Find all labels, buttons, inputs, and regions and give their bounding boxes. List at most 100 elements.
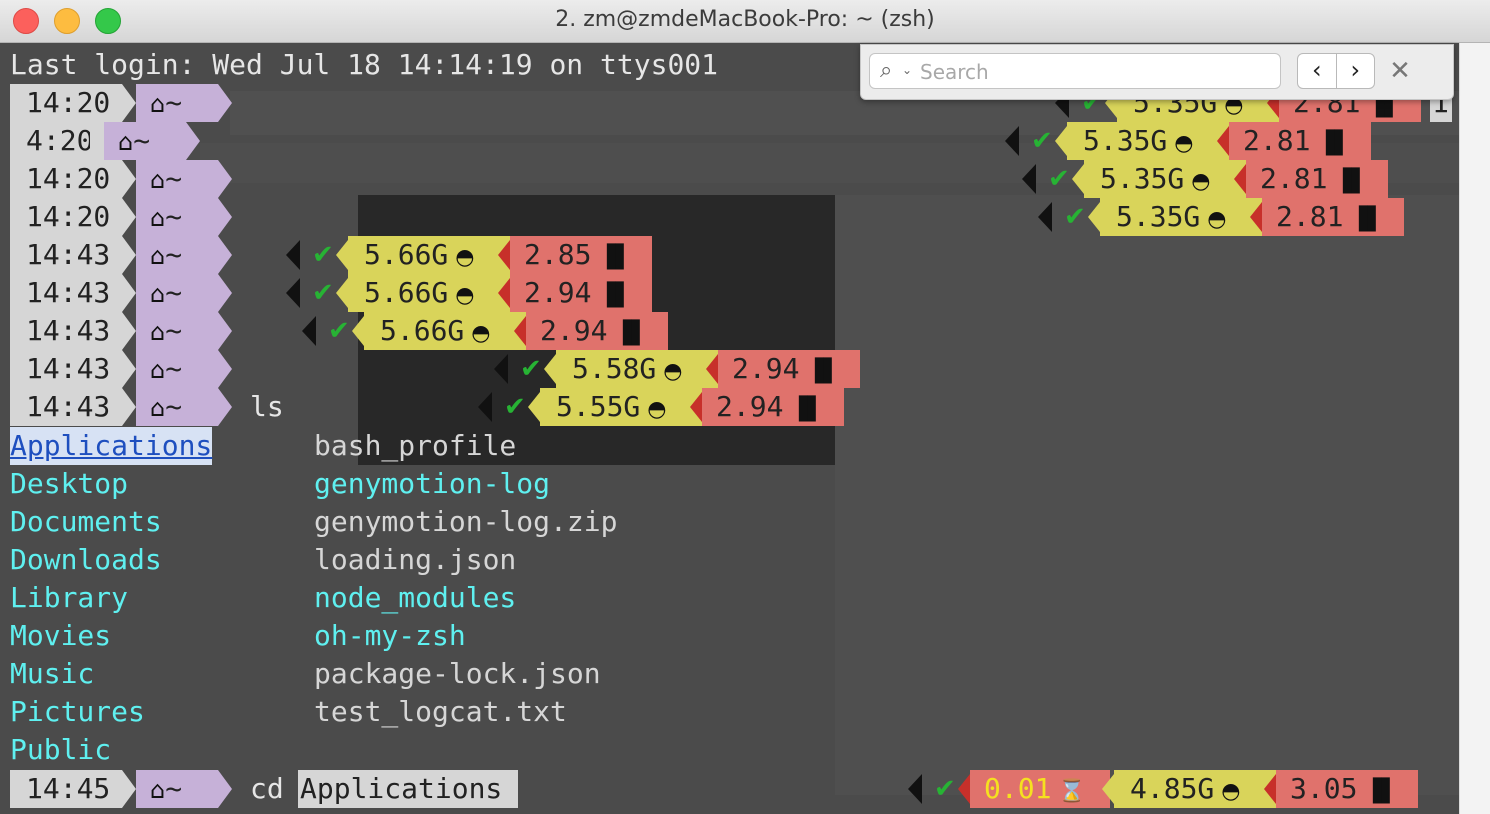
right-prompt: ✔ 5.35G ◓ 2.81 ▐▌: [1038, 198, 1490, 236]
ls-entry[interactable]: oh-my-zsh: [314, 617, 466, 655]
load-segment: 2.81 ▐▌: [1246, 160, 1388, 198]
directory-separator: [218, 312, 232, 350]
close-find-button[interactable]: ✕: [1385, 55, 1415, 87]
memory-segment: 5.66G ◓: [348, 274, 510, 312]
home-icon: ⌂: [118, 128, 134, 156]
home-icon: ⌂: [150, 242, 166, 270]
ls-entry[interactable]: bash_profile: [314, 427, 516, 465]
ls-entry[interactable]: Public: [10, 731, 111, 769]
ls-entry[interactable]: package-lock.json: [314, 655, 601, 693]
bar-chart-icon: ▐▌: [607, 321, 649, 346]
chevron-down-icon[interactable]: ⌄: [902, 63, 912, 77]
memory-value: 5.58G: [572, 352, 657, 385]
memory-segment: 5.58G ◓: [556, 350, 718, 388]
memory-separator: [1072, 164, 1084, 194]
right-prompt: ✔ 5.66G ◓ 2.85 ▐▌: [286, 236, 746, 274]
gauge-icon: ◓: [656, 359, 683, 384]
ls-entry[interactable]: node_modules: [314, 579, 516, 617]
ls-entry[interactable]: Movies: [10, 617, 111, 655]
gauge-icon: ◓: [1184, 169, 1211, 194]
load-segment: 2.94 ▐▌: [526, 312, 668, 350]
bar-chart-icon: ▐▌: [1310, 131, 1352, 156]
prompt-directory: ⌂~: [136, 350, 218, 388]
directory-tilde: ~: [165, 772, 183, 805]
prompt-line: 14:43 ⌂~ ✔ 5.66G ◓ 2.85 ▐▌: [0, 236, 1460, 274]
command-text[interactable]: ls: [250, 388, 284, 426]
status-separator: [1022, 164, 1036, 194]
memory-segment: 5.55G ◓: [540, 388, 702, 426]
command-argument[interactable]: Applications: [298, 770, 519, 808]
ls-entry[interactable]: Documents: [10, 503, 162, 541]
directory-tilde: ~: [133, 124, 151, 157]
find-next-button[interactable]: ›: [1337, 54, 1375, 88]
search-input[interactable]: [918, 57, 1272, 87]
memory-value: 5.35G: [1100, 162, 1185, 195]
ls-entry[interactable]: Desktop: [10, 465, 128, 503]
bar-chart-icon: ▐▌: [783, 397, 825, 422]
load-value: 2.85: [524, 238, 592, 271]
load-segment: 2.81 ▐▌: [1262, 198, 1404, 236]
ls-entry[interactable]: Applications: [10, 427, 213, 465]
ls-entry[interactable]: loading.json: [314, 541, 516, 579]
gauge-icon: ◓: [1200, 207, 1227, 232]
memory-segment: 5.35G ◓: [1084, 160, 1246, 198]
ls-entry[interactable]: Library: [10, 579, 128, 617]
exec-time-value: 0.01: [984, 772, 1052, 805]
directory-tilde: ~: [165, 314, 183, 347]
title-bar: 2. zm@zmdeMacBook-Pro: ~ (zsh): [0, 0, 1490, 43]
find-navigation: ‹ ›: [1297, 53, 1375, 89]
scrollbar[interactable]: [1459, 43, 1490, 814]
bar-chart-icon: ▐▌: [591, 283, 633, 308]
prompt-line: 4:20 ⌂~ ✔ 5.35G ◓ 2.81 ▐▌: [0, 122, 1460, 160]
bar-chart-icon: ▐▌: [1327, 169, 1369, 194]
command-text[interactable]: cd: [250, 770, 301, 808]
load-separator: [690, 392, 702, 422]
directory-tilde: ~: [165, 352, 183, 385]
directory-tilde: ~: [165, 162, 183, 195]
bar-chart-icon: ▐▌: [799, 359, 841, 384]
status-separator: [286, 240, 300, 270]
memory-separator: [352, 316, 364, 346]
memory-segment: 5.66G ◓: [364, 312, 526, 350]
prompt-time: 14:43: [10, 388, 122, 426]
ls-entry[interactable]: test_logcat.txt: [314, 693, 567, 731]
gauge-icon: ◓: [448, 245, 475, 270]
check-icon: ✔: [1064, 202, 1086, 232]
home-icon: ⌂: [150, 318, 166, 346]
window-title: 2. zm@zmdeMacBook-Pro: ~ (zsh): [555, 7, 935, 32]
check-icon: ✔: [504, 392, 526, 422]
load-separator: [1250, 202, 1262, 232]
memory-separator: [1055, 126, 1067, 156]
terminal-content[interactable]: Last login: Wed Jul 18 14:14:19 on ttys0…: [0, 43, 1490, 814]
ls-entry[interactable]: genymotion-log.zip: [314, 503, 617, 541]
status-separator: [1005, 126, 1019, 156]
time-separator: [122, 350, 136, 388]
prompt-line: 14:43 ⌂~ ls ✔ 5.55G ◓ 2.94 ▐▌: [0, 388, 1460, 426]
ls-entry[interactable]: genymotion-log: [314, 465, 550, 503]
search-field[interactable]: ⌕ ⌄: [869, 53, 1281, 89]
time-separator: [122, 312, 136, 350]
exec-separator: [958, 774, 970, 804]
check-icon: ✔: [312, 278, 334, 308]
prompt-time: 14:43: [10, 274, 122, 312]
status-separator: [494, 354, 508, 384]
exec-time: 0.01 ⌛: [970, 770, 1110, 808]
find-previous-button[interactable]: ‹: [1298, 54, 1337, 88]
directory-separator: [218, 198, 232, 236]
check-icon: ✔: [312, 240, 334, 270]
memory-value: 5.66G: [380, 314, 465, 347]
last-login-line: Last login: Wed Jul 18 14:14:19 on ttys0…: [10, 48, 719, 81]
ls-entry[interactable]: Pictures: [10, 693, 145, 731]
memory-separator: [544, 354, 556, 384]
chevron-left-icon: ‹: [1311, 56, 1322, 84]
load-separator: [1217, 126, 1229, 156]
load-segment: 3.05 ▐▌: [1276, 770, 1418, 808]
prompt-time: 14:43: [10, 350, 122, 388]
prompt-time: 14:20: [10, 84, 122, 122]
directory-tilde: ~: [165, 276, 183, 309]
load-segment: 2.81 ▐▌: [1229, 122, 1371, 160]
ls-entry[interactable]: Downloads: [10, 541, 162, 579]
memory-segment: 5.35G ◓: [1100, 198, 1262, 236]
load-separator: [1264, 774, 1276, 804]
ls-entry[interactable]: Music: [10, 655, 94, 693]
